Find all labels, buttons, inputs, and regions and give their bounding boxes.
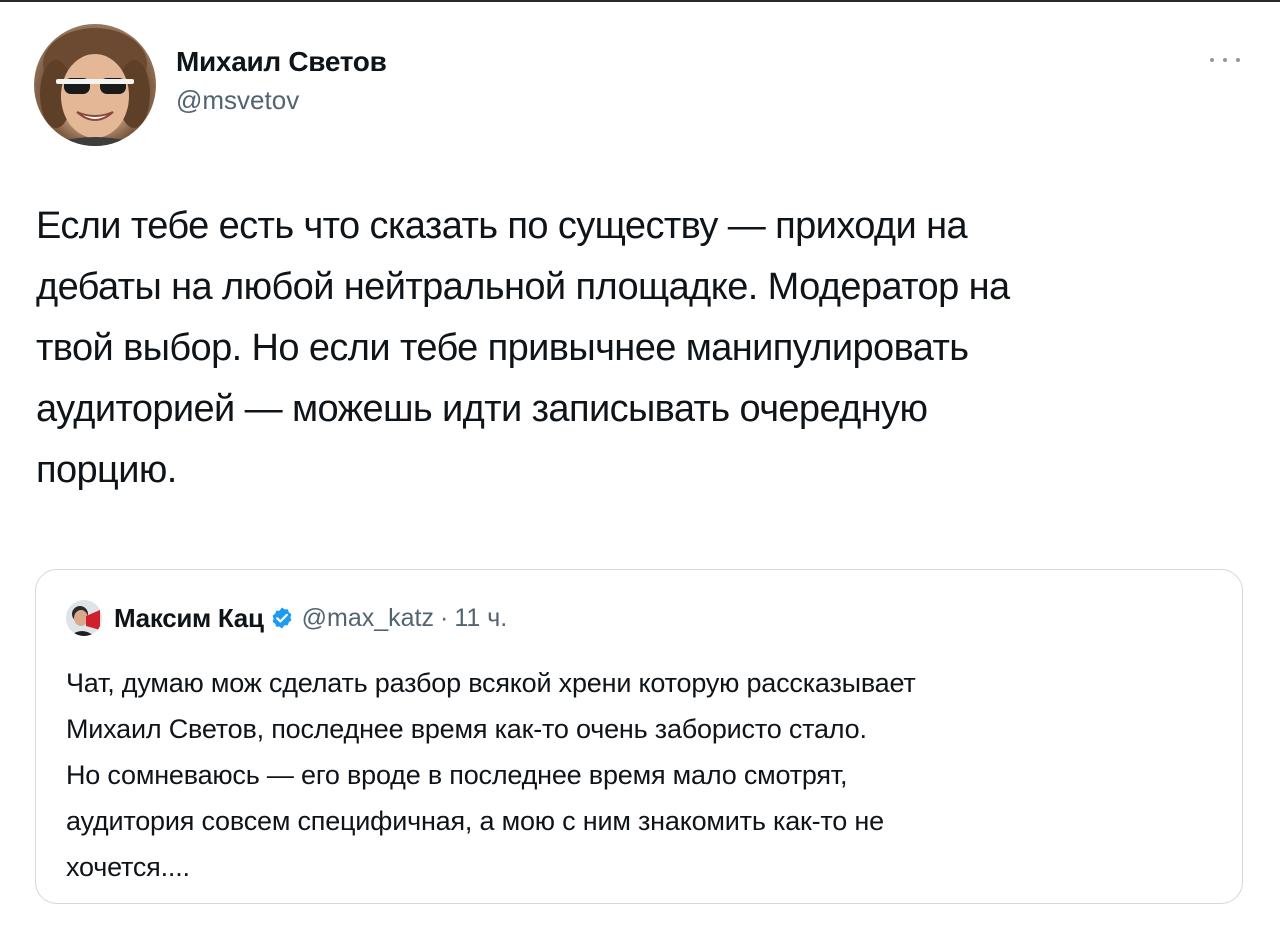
quoted-tweet-header: Максим Кац @max_katz · 11 ч.: [66, 600, 507, 636]
more-dot: [1223, 58, 1227, 62]
tweet-author[interactable]: Михаил Светов @msvetov: [34, 24, 387, 146]
tweet: Михаил Светов @msvetov Если тебе есть чт…: [0, 0, 1280, 939]
header-separator: ·: [440, 603, 449, 632]
quoted-tweet[interactable]: Максим Кац @max_katz · 11 ч. Чат, думаю …: [35, 569, 1243, 904]
author-name[interactable]: Михаил Светов: [176, 45, 387, 79]
quoted-author-avatar[interactable]: [66, 600, 102, 636]
verified-badge-icon: [272, 607, 292, 629]
profile-photo-icon: [40, 28, 150, 146]
quoted-author-handle[interactable]: @max_katz: [302, 604, 434, 633]
profile-photo-icon: [66, 600, 102, 636]
more-dot: [1236, 58, 1240, 62]
tweet-text: Если тебе есть что сказать по существу —…: [36, 205, 1010, 491]
author-handle[interactable]: @msvetov: [176, 83, 387, 117]
quoted-tweet-time[interactable]: 11 ч.: [454, 604, 507, 633]
more-options-icon[interactable]: [1210, 52, 1240, 68]
more-dot: [1210, 58, 1214, 62]
author-info: Михаил Светов @msvetov: [176, 45, 387, 117]
quoted-author-name[interactable]: Максим Кац: [114, 603, 264, 634]
quoted-tweet-text: Чат, думаю мож сделать разбор всякой хре…: [66, 668, 916, 882]
author-avatar[interactable]: [34, 24, 156, 146]
